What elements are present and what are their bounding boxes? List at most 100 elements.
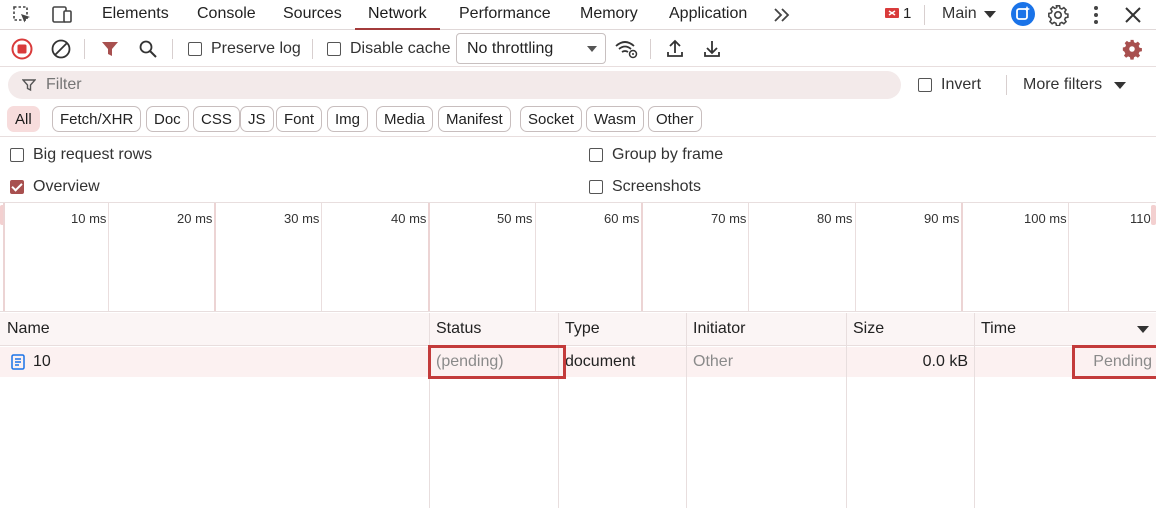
invert-check-box[interactable]	[918, 78, 932, 92]
tab-console[interactable]: Console	[184, 0, 269, 30]
chip-js[interactable]: JS	[240, 106, 274, 132]
chip-css[interactable]: CSS	[193, 106, 240, 132]
disable-cache-check-box[interactable]	[327, 42, 341, 56]
more-filters-caret-icon[interactable]	[1114, 81, 1126, 91]
device-toolbar-icon[interactable]	[50, 4, 74, 26]
request-name[interactable]: 10	[26, 347, 51, 377]
column-divider	[686, 313, 687, 508]
overview-tick-label: 20 ms	[177, 211, 213, 226]
overview-tick-line	[321, 203, 322, 311]
throttling-value: No throttling	[467, 39, 554, 57]
sort-descending-caret-icon[interactable]	[1137, 325, 1149, 335]
context-caret-icon[interactable]	[984, 10, 996, 20]
screenshots-check-box[interactable]	[589, 180, 603, 194]
column-header-initiator[interactable]: Initiator	[686, 313, 846, 346]
devtools-tab-bar: Elements Console Sources Network Perform…	[0, 0, 1156, 30]
request-type: document	[565, 353, 636, 370]
screenshots-label: Screenshots	[612, 178, 701, 195]
chip-doc[interactable]: Doc	[146, 106, 189, 132]
preserve-log-check-box[interactable]	[188, 42, 202, 56]
settings-gear-icon[interactable]	[1046, 3, 1070, 27]
preserve-log-label: Preserve log	[211, 40, 301, 57]
preserve-log-checkbox[interactable]: Preserve log	[188, 31, 301, 67]
big-request-rows-check-box[interactable]	[10, 148, 24, 162]
disable-cache-label: Disable cache	[350, 40, 451, 57]
overview-tick-label: 90 ms	[924, 211, 960, 226]
filter-bar: Invert More filters	[0, 68, 1156, 102]
requests-table: Name Status Type Initiator Size Time 10 …	[0, 313, 1156, 508]
chip-fetch-xhr[interactable]: Fetch/XHR	[52, 106, 142, 132]
column-header-type[interactable]: Type	[558, 313, 686, 346]
overview-tick-label: 30 ms	[284, 211, 320, 226]
close-icon[interactable]	[1122, 4, 1144, 26]
filter-funnel-icon[interactable]	[100, 39, 120, 59]
screenshots-checkbox[interactable]: Screenshots	[589, 178, 701, 196]
column-header-name[interactable]: Name	[0, 313, 429, 346]
context-selector[interactable]: Main	[942, 5, 977, 23]
tab-sources[interactable]: Sources	[270, 0, 355, 30]
network-conditions-wifi-icon[interactable]	[614, 38, 638, 60]
big-request-rows-checkbox[interactable]: Big request rows	[10, 146, 152, 164]
clear-icon[interactable]	[50, 38, 72, 60]
column-header-size[interactable]: Size	[846, 313, 974, 346]
more-tabs-chevron-icon[interactable]	[770, 4, 794, 26]
chip-wasm[interactable]: Wasm	[586, 106, 644, 132]
tab-elements[interactable]: Elements	[89, 0, 182, 30]
export-har-download-icon[interactable]	[701, 38, 723, 60]
group-by-frame-check-box[interactable]	[589, 148, 603, 162]
column-header-time[interactable]: Time	[974, 313, 1156, 346]
status-highlight-box	[428, 345, 566, 379]
group-by-frame-checkbox[interactable]: Group by frame	[589, 146, 723, 164]
tab-performance[interactable]: Performance	[446, 0, 564, 30]
overview-check-box[interactable]	[10, 180, 24, 194]
stop-recording-icon[interactable]	[11, 38, 33, 60]
tab-network[interactable]: Network	[355, 0, 440, 30]
tab-memory[interactable]: Memory	[567, 0, 651, 30]
ai-assistant-icon[interactable]	[1010, 1, 1036, 27]
chip-all[interactable]: All	[7, 106, 40, 132]
time-highlight-box	[1072, 345, 1156, 379]
issues-count[interactable]: 1	[903, 5, 911, 22]
invert-checkbox[interactable]: Invert	[918, 76, 981, 94]
network-overview-timeline[interactable]: 10 ms 20 ms 30 ms 40 ms 50 ms 60 ms 70 m…	[0, 202, 1156, 312]
more-filters-dropdown[interactable]: More filters	[1023, 76, 1102, 94]
search-icon[interactable]	[137, 38, 159, 60]
column-header-status[interactable]: Status	[429, 313, 558, 346]
invert-label: Invert	[941, 76, 982, 93]
table-row[interactable]: 10 (pending) document Other 0.0 kB Pendi…	[0, 347, 1156, 377]
overview-checkbox[interactable]: Overview	[10, 178, 100, 196]
filter-funnel-outline-icon	[22, 78, 36, 92]
chip-manifest[interactable]: Manifest	[438, 106, 511, 132]
chip-other[interactable]: Other	[648, 106, 702, 132]
column-divider	[974, 313, 975, 508]
overview-tick-line	[961, 203, 963, 311]
issues-icon[interactable]	[884, 6, 900, 22]
throttling-select[interactable]: No throttling	[456, 33, 606, 64]
request-initiator[interactable]: Other	[686, 347, 733, 377]
overview-tick-label: 10 ms	[71, 211, 107, 226]
network-settings-gear-icon[interactable]	[1121, 38, 1143, 60]
chip-socket[interactable]: Socket	[520, 106, 582, 132]
disable-cache-checkbox[interactable]: Disable cache	[327, 31, 451, 67]
filter-input-container[interactable]	[8, 71, 901, 99]
inspect-element-icon[interactable]	[11, 4, 33, 26]
chip-img[interactable]: Img	[327, 106, 369, 132]
overview-tick-line	[855, 203, 856, 311]
chip-media[interactable]: Media	[376, 106, 433, 132]
overview-tick-label: 70 ms	[711, 211, 747, 226]
overview-tick-line	[214, 203, 216, 311]
column-divider	[429, 313, 430, 508]
overview-tick-label: 50 ms	[497, 211, 533, 226]
overview-tick-line	[535, 203, 536, 311]
overview-tick-label: 80 ms	[817, 211, 853, 226]
import-har-upload-icon[interactable]	[664, 38, 686, 60]
tab-application[interactable]: Application	[656, 0, 760, 30]
overview-tick-line	[748, 203, 749, 311]
throttling-caret-icon	[587, 46, 597, 52]
overview-tick-label: 110	[1130, 211, 1151, 226]
filter-input[interactable]	[46, 76, 846, 94]
overview-right-handle[interactable]	[1151, 205, 1156, 225]
more-options-kebab-icon[interactable]	[1086, 4, 1106, 26]
chip-font[interactable]: Font	[276, 106, 323, 132]
overview-tick-line	[641, 203, 643, 311]
